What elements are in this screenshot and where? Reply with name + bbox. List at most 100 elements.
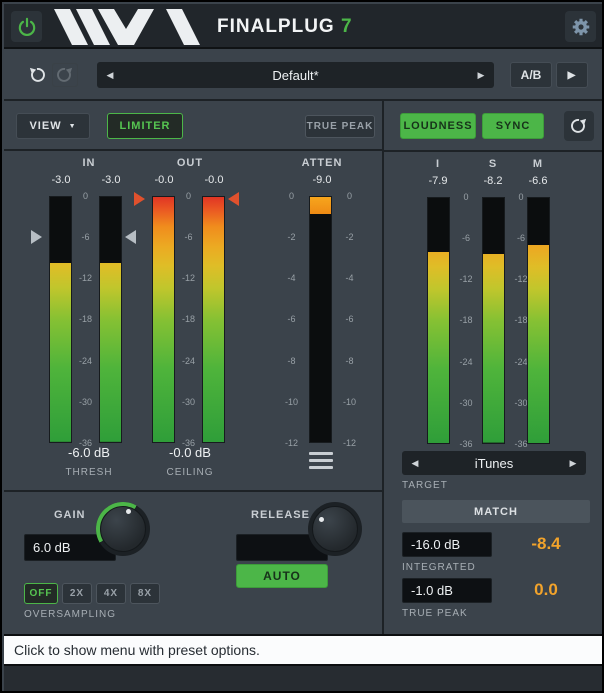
true-peak-readout: 0.0: [514, 580, 578, 600]
power-icon: [17, 17, 37, 37]
brand-logo: [54, 9, 204, 45]
target-prev-icon[interactable]: ◀: [402, 458, 428, 469]
redo-icon: [55, 65, 75, 85]
out-meter-left: [152, 196, 175, 443]
scale-tick: -18: [72, 314, 99, 324]
threshold-marker-left[interactable]: [31, 230, 42, 244]
auto-release-toggle[interactable]: AUTO: [236, 564, 328, 588]
in-meter-right: [99, 196, 122, 443]
meter-fill: [153, 197, 174, 442]
scale-tick: -24: [450, 357, 482, 367]
true-peak-caption: TRUE PEAK: [402, 608, 468, 619]
refresh-icon: [569, 116, 589, 136]
integrated-readout: -8.4: [514, 534, 578, 554]
meter-fill: [100, 263, 121, 442]
scale-tick: -24: [72, 356, 99, 366]
gear-icon: [570, 16, 592, 38]
true-peak-target-field[interactable]: -1.0 dB: [402, 578, 492, 603]
undo-button[interactable]: [24, 63, 50, 87]
scale-tick: -10: [278, 397, 305, 407]
target-caption: TARGET: [402, 480, 448, 491]
view-button[interactable]: VIEW ▼: [16, 113, 90, 139]
scale-tick: -10: [336, 397, 363, 407]
momentary-meter-label: M: [513, 158, 563, 170]
app-title: FINALPLUG 7: [217, 16, 353, 38]
preset-prev-icon[interactable]: ◀: [97, 70, 123, 81]
scale-tick: -24: [175, 356, 202, 366]
ceiling-caption: CEILING: [138, 467, 242, 478]
scale-tick: -6: [278, 314, 305, 324]
meter-fill: [428, 252, 449, 443]
scale-tick: 0: [72, 191, 99, 201]
integrated-meter-label: I: [413, 158, 463, 170]
release-knob[interactable]: [308, 502, 362, 556]
oversampling-off-button[interactable]: OFF: [24, 583, 58, 604]
scale-tick: -8: [336, 356, 363, 366]
ceiling-marker-left[interactable]: [134, 192, 145, 206]
scale-tick: -8: [278, 356, 305, 366]
ab-compare-button[interactable]: A/B: [510, 62, 552, 88]
threshold-caption: THRESH: [37, 467, 141, 478]
atten-value: -9.0: [297, 174, 347, 186]
settings-button[interactable]: [565, 11, 596, 42]
true-peak-toggle[interactable]: TRUE PEAK: [305, 115, 375, 138]
menu-bar: [309, 466, 333, 469]
meter-fill: [50, 263, 71, 442]
preset-play-button[interactable]: ▶: [556, 62, 588, 88]
atten-meter: [309, 196, 332, 443]
oversampling-caption: OVERSAMPLING: [24, 609, 116, 620]
match-button[interactable]: MATCH: [402, 500, 590, 523]
oversampling-2x-button[interactable]: 2X: [62, 583, 92, 604]
meter-fill: [483, 254, 504, 443]
menu-bar: [309, 452, 333, 455]
preset-selector[interactable]: ◀ Default* ▶: [97, 62, 494, 88]
gain-knob[interactable]: [96, 502, 150, 556]
redo-button[interactable]: [52, 63, 78, 87]
release-knob-pointer: [319, 517, 324, 522]
scale-tick: 0: [175, 191, 202, 201]
in-scale: 0-6-12-18-24-30-36: [72, 191, 99, 448]
scale-tick: -6: [175, 232, 202, 242]
scale-tick: -12: [175, 273, 202, 283]
scale-tick: -30: [450, 398, 482, 408]
chevron-down-icon: ▼: [69, 123, 77, 130]
threshold-marker-right[interactable]: [125, 230, 136, 244]
ceiling-readout[interactable]: -0.0 dB: [138, 445, 242, 460]
shortterm-meter-value: -8.2: [468, 175, 518, 187]
menu-bar: [309, 459, 333, 462]
threshold-readout[interactable]: -6.0 dB: [37, 445, 141, 460]
scale-tick: -30: [72, 397, 99, 407]
integrated-target-field[interactable]: -16.0 dB: [402, 532, 492, 557]
scale-tick: -18: [450, 315, 482, 325]
scale-tick: 0: [336, 191, 363, 201]
gain-knob-face: [100, 506, 146, 552]
meter-panel: IN -3.0 -3.0 0-6-12-18-24-30-36 -6.0 dB …: [4, 151, 382, 492]
target-next-icon[interactable]: ▶: [560, 458, 586, 469]
preset-next-icon[interactable]: ▶: [468, 70, 494, 81]
scale-tick: -6: [72, 232, 99, 242]
meter-menu-button[interactable]: [309, 452, 333, 469]
target-selector[interactable]: ◀ iTunes ▶: [402, 451, 586, 475]
scale-tick: -4: [278, 273, 305, 283]
integrated-meter-value: -7.9: [413, 175, 463, 187]
preset-bar: ◀ Default* ▶ A/B ▶: [4, 49, 604, 101]
header: FINALPLUG 7: [4, 4, 604, 49]
resync-button[interactable]: [564, 111, 594, 141]
bottom-strip: [4, 666, 604, 693]
meter-fill: [528, 245, 549, 443]
oversampling-8x-button[interactable]: 8X: [130, 583, 160, 604]
atten-scale-left: 0-2-4-6-8-10-12: [278, 191, 305, 448]
oversampling-4x-button[interactable]: 4X: [96, 583, 126, 604]
integrated-caption: INTEGRATED: [402, 562, 476, 573]
out-meter-label: OUT: [140, 157, 240, 169]
ceiling-marker-right[interactable]: [228, 192, 239, 206]
shortterm-meter: [482, 197, 505, 444]
loudness-toggle[interactable]: LOUDNESS: [400, 113, 476, 139]
sync-toggle[interactable]: SYNC: [482, 113, 544, 139]
scale-tick: -2: [336, 232, 363, 242]
target-value: iTunes: [428, 456, 560, 471]
in-meter-left: [49, 196, 72, 443]
power-button[interactable]: [11, 11, 42, 42]
integrated-meter: [427, 197, 450, 444]
limiter-toggle[interactable]: LIMITER: [107, 113, 183, 139]
